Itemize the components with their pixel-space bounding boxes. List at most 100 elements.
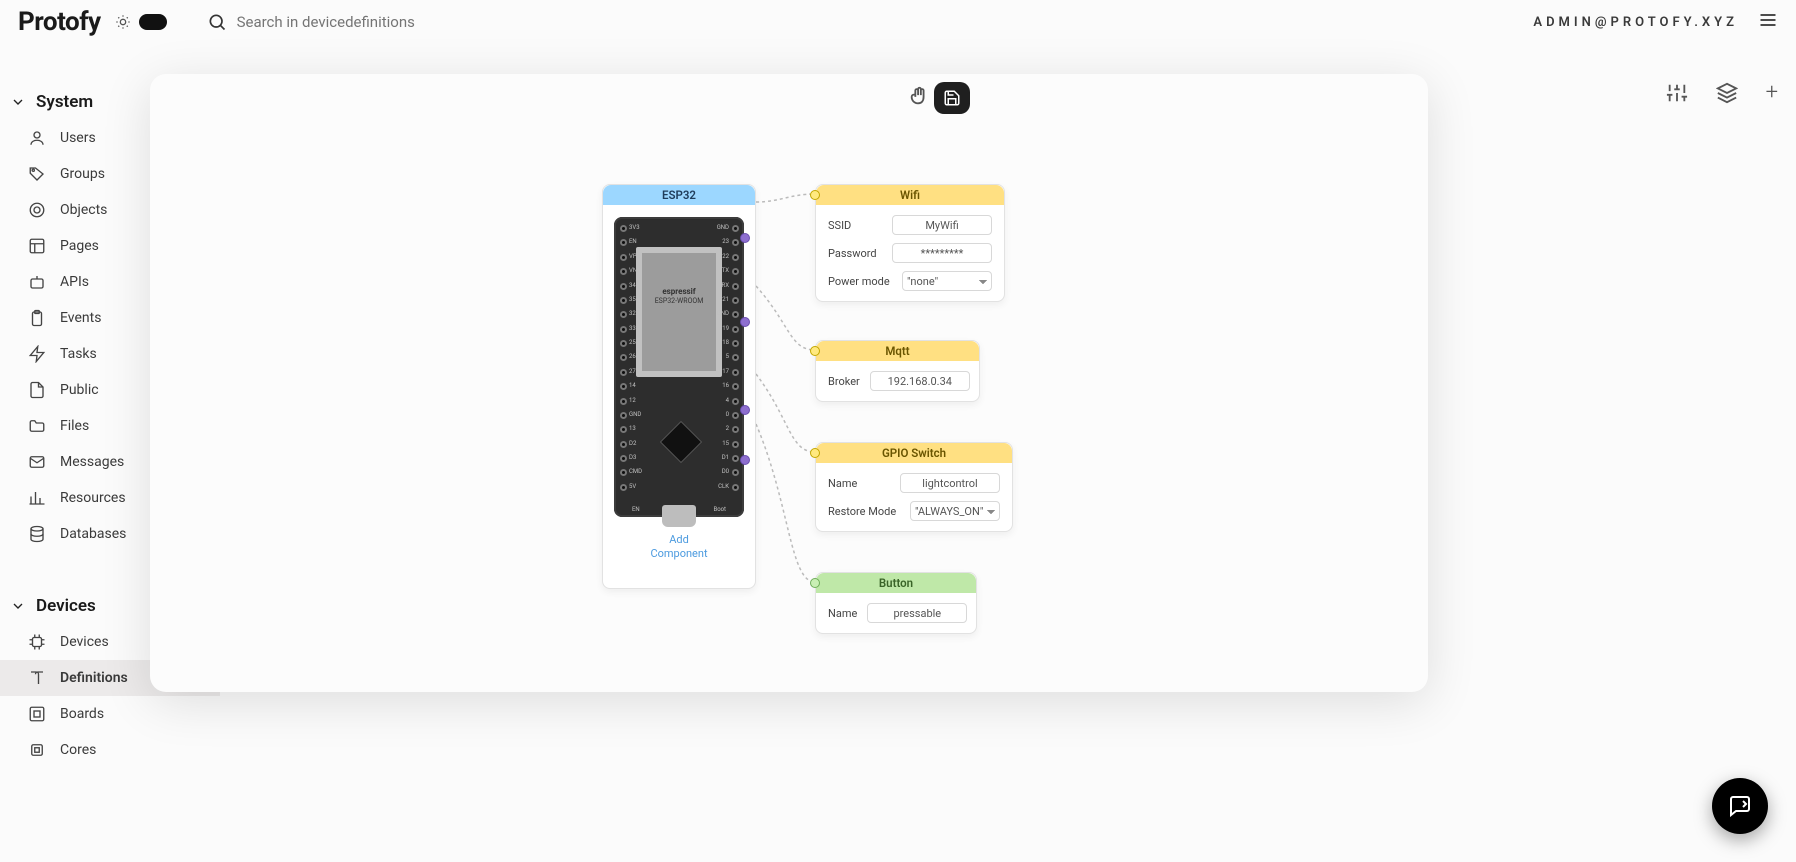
gpio-name-input[interactable] — [900, 473, 1000, 493]
bot-icon — [28, 273, 46, 291]
pin-en[interactable]: EN — [616, 239, 630, 252]
sidebar-item-label: Messages — [60, 454, 124, 470]
pin-vp[interactable]: VP — [616, 254, 630, 267]
folder-icon — [28, 417, 46, 435]
toolbar-right: + — [1666, 80, 1778, 105]
db-icon — [28, 525, 46, 543]
pin-gnd[interactable]: GND — [616, 412, 630, 425]
pin-17[interactable]: 17 — [728, 369, 742, 382]
cpu-icon — [28, 741, 46, 759]
zap-icon — [28, 345, 46, 363]
sidebar-item-label: APIs — [60, 274, 89, 290]
pin-0[interactable]: 0 — [728, 412, 742, 425]
pin-d0[interactable]: D0 — [728, 469, 742, 482]
node-title: Mqtt — [816, 341, 979, 361]
wires — [150, 74, 1428, 692]
search-icon — [207, 12, 227, 32]
add-component-link[interactable]: Add Component — [603, 533, 755, 562]
pin-5[interactable]: 5 — [728, 354, 742, 367]
sidebar-item-label: Resources — [60, 490, 126, 506]
pin-15[interactable]: 15 — [728, 441, 742, 454]
pin-26[interactable]: 26 — [616, 354, 630, 367]
pin-d2[interactable]: D2 — [616, 441, 630, 454]
user-icon — [28, 129, 46, 147]
pan-tool[interactable] — [908, 85, 930, 111]
sidebar-header-label: Devices — [36, 596, 96, 616]
field-label: Restore Mode — [828, 505, 896, 518]
theme-toggle[interactable] — [115, 14, 167, 30]
pin-22[interactable]: 22 — [728, 254, 742, 267]
field-label: SSID — [828, 219, 851, 232]
pin-cmd[interactable]: CMD — [616, 469, 630, 482]
pin-23[interactable]: 23 — [728, 239, 742, 252]
pin-32[interactable]: 32 — [616, 311, 630, 324]
wifi-ssid-input[interactable] — [892, 215, 992, 235]
pin-2[interactable]: 2 — [728, 426, 742, 439]
pin-5v[interactable]: 5V — [616, 484, 630, 497]
pin-27[interactable]: 27 — [616, 369, 630, 382]
book-icon — [28, 669, 46, 687]
wifi-password-input[interactable] — [892, 243, 992, 263]
sliders-icon[interactable] — [1666, 82, 1688, 104]
save-button[interactable] — [934, 82, 970, 114]
mqtt-broker-input[interactable] — [870, 371, 970, 391]
field-label: Name — [828, 477, 857, 490]
layout-icon — [28, 237, 46, 255]
node-button[interactable]: Button Name — [815, 572, 977, 634]
pin-25[interactable]: 25 — [616, 340, 630, 353]
pin-vn[interactable]: VN — [616, 268, 630, 281]
field-label: Broker — [828, 375, 860, 388]
pin-12[interactable]: 12 — [616, 398, 630, 411]
pin-tx[interactable]: TX — [728, 268, 742, 281]
chat-fab[interactable] — [1712, 778, 1768, 834]
node-wifi[interactable]: Wifi SSID Password Power mode"none" — [815, 184, 1005, 302]
pin-16[interactable]: 16 — [728, 383, 742, 396]
chevron-down-icon — [10, 598, 26, 614]
node-mqtt[interactable]: Mqtt Broker — [815, 340, 980, 402]
wifi-power-select[interactable]: "none" — [902, 271, 992, 291]
btn-boot-label: Boot — [706, 506, 726, 513]
sidebar-item-label: Boards — [60, 706, 104, 722]
chevron-down-icon — [10, 94, 26, 110]
pin-clk[interactable]: CLK — [728, 484, 742, 497]
search-input[interactable] — [237, 13, 557, 31]
pin-18[interactable]: 18 — [728, 340, 742, 353]
board-icon — [28, 705, 46, 723]
sidebar-item-label: Pages — [60, 238, 99, 254]
pin-rx[interactable]: RX — [728, 283, 742, 296]
user-email[interactable]: ADMIN@PROTOFY.XYZ — [1533, 15, 1738, 30]
pin-d3[interactable]: D3 — [616, 455, 630, 468]
sidebar-item-label: Devices — [60, 634, 109, 650]
menu-button[interactable] — [1758, 10, 1778, 34]
field-label: Password — [828, 247, 877, 260]
chip-icon — [28, 633, 46, 651]
sidebar-item-label: Public — [60, 382, 99, 398]
pin-14[interactable]: 14 — [616, 383, 630, 396]
pin-13[interactable]: 13 — [616, 426, 630, 439]
node-title: Button — [816, 573, 976, 593]
pin-33[interactable]: 33 — [616, 326, 630, 339]
gpio-restore-select[interactable]: "ALWAYS_ON" — [910, 501, 1000, 521]
node-gpio-switch[interactable]: GPIO Switch Name Restore Mode"ALWAYS_ON" — [815, 442, 1013, 532]
field-label: Name — [828, 607, 857, 620]
board-graphic: espressifESP32-WROOM 3V3ENVPVN3435323325… — [614, 217, 744, 517]
sidebar-item-cores[interactable]: Cores — [0, 732, 220, 768]
node-esp32[interactable]: ESP32 espressifESP32-WROOM 3V3ENVPVN3435… — [602, 184, 756, 589]
layers-icon[interactable] — [1716, 82, 1738, 104]
pin-34[interactable]: 34 — [616, 283, 630, 296]
sidebar-item-label: Groups — [60, 166, 105, 182]
sidebar-item-label: Objects — [60, 202, 107, 218]
pin-35[interactable]: 35 — [616, 297, 630, 310]
pin-19[interactable]: 19 — [728, 326, 742, 339]
canvas[interactable]: ESP32 espressifESP32-WROOM 3V3ENVPVN3435… — [150, 74, 1428, 692]
bar-icon — [28, 489, 46, 507]
pin-21[interactable]: 21 — [728, 297, 742, 310]
tag-icon — [28, 165, 46, 183]
pin-3v3[interactable]: 3V3 — [616, 225, 630, 238]
sidebar-item-boards[interactable]: Boards — [0, 696, 220, 732]
sidebar-item-label: Databases — [60, 526, 126, 542]
add-icon[interactable]: + — [1766, 80, 1778, 105]
node-title: ESP32 — [603, 185, 755, 205]
button-name-input[interactable] — [867, 603, 967, 623]
target-icon — [28, 201, 46, 219]
